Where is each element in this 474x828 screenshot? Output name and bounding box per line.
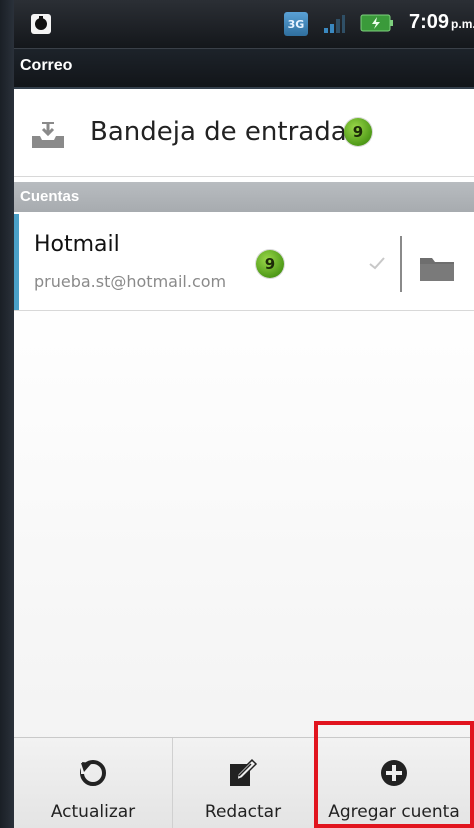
divider (400, 236, 402, 292)
clock: 7:09 p.m. (409, 11, 474, 34)
app-title-bar: Correo (14, 48, 474, 89)
compose-button[interactable]: Redactar (172, 738, 315, 828)
signal-icon (324, 15, 345, 33)
check-icon (369, 257, 385, 270)
refresh-icon (80, 760, 106, 786)
add-account-button[interactable]: Agregar cuenta (314, 738, 474, 828)
account-unread-badge: 9 (256, 250, 284, 278)
add-circle-icon (381, 760, 407, 786)
device-frame-edge (0, 0, 14, 828)
clock-time: 7:09 (409, 11, 450, 33)
network-3g-icon: 3G (284, 12, 308, 36)
compose-label: Redactar (204, 802, 282, 822)
refresh-button[interactable]: Actualizar (14, 738, 173, 828)
account-color-stripe (14, 214, 19, 310)
battery-charging-icon (360, 14, 393, 32)
account-row[interactable]: Hotmail prueba.st@hotmail.com 9 (14, 214, 474, 311)
status-bar: 3G 7:09 p.m. (14, 0, 474, 48)
accounts-section-title: Cuentas (20, 188, 80, 205)
bottom-action-bar: Actualizar Redactar Agregar cuenta (14, 737, 474, 828)
folder-icon[interactable] (419, 254, 455, 282)
add-account-label: Agregar cuenta (328, 802, 460, 822)
app-title: Correo (20, 57, 73, 74)
inbox-unread-badge: 9 (344, 118, 372, 146)
account-name: Hotmail (34, 232, 120, 257)
combined-inbox-row[interactable]: Bandeja de entrada... 9 (14, 90, 474, 177)
accounts-section-header: Cuentas (14, 182, 474, 212)
inbox-label: Bandeja de entrada... (90, 117, 372, 147)
account-email: prueba.st@hotmail.com (34, 272, 227, 291)
email-app-screen: 3G 7:09 p.m. Correo Bandeja de entrada...… (0, 0, 474, 828)
inbox-icon (32, 122, 64, 148)
notification-icon (31, 14, 51, 34)
compose-icon (230, 758, 258, 786)
clock-ampm: p.m. (451, 17, 474, 31)
refresh-label: Actualizar (50, 802, 136, 822)
